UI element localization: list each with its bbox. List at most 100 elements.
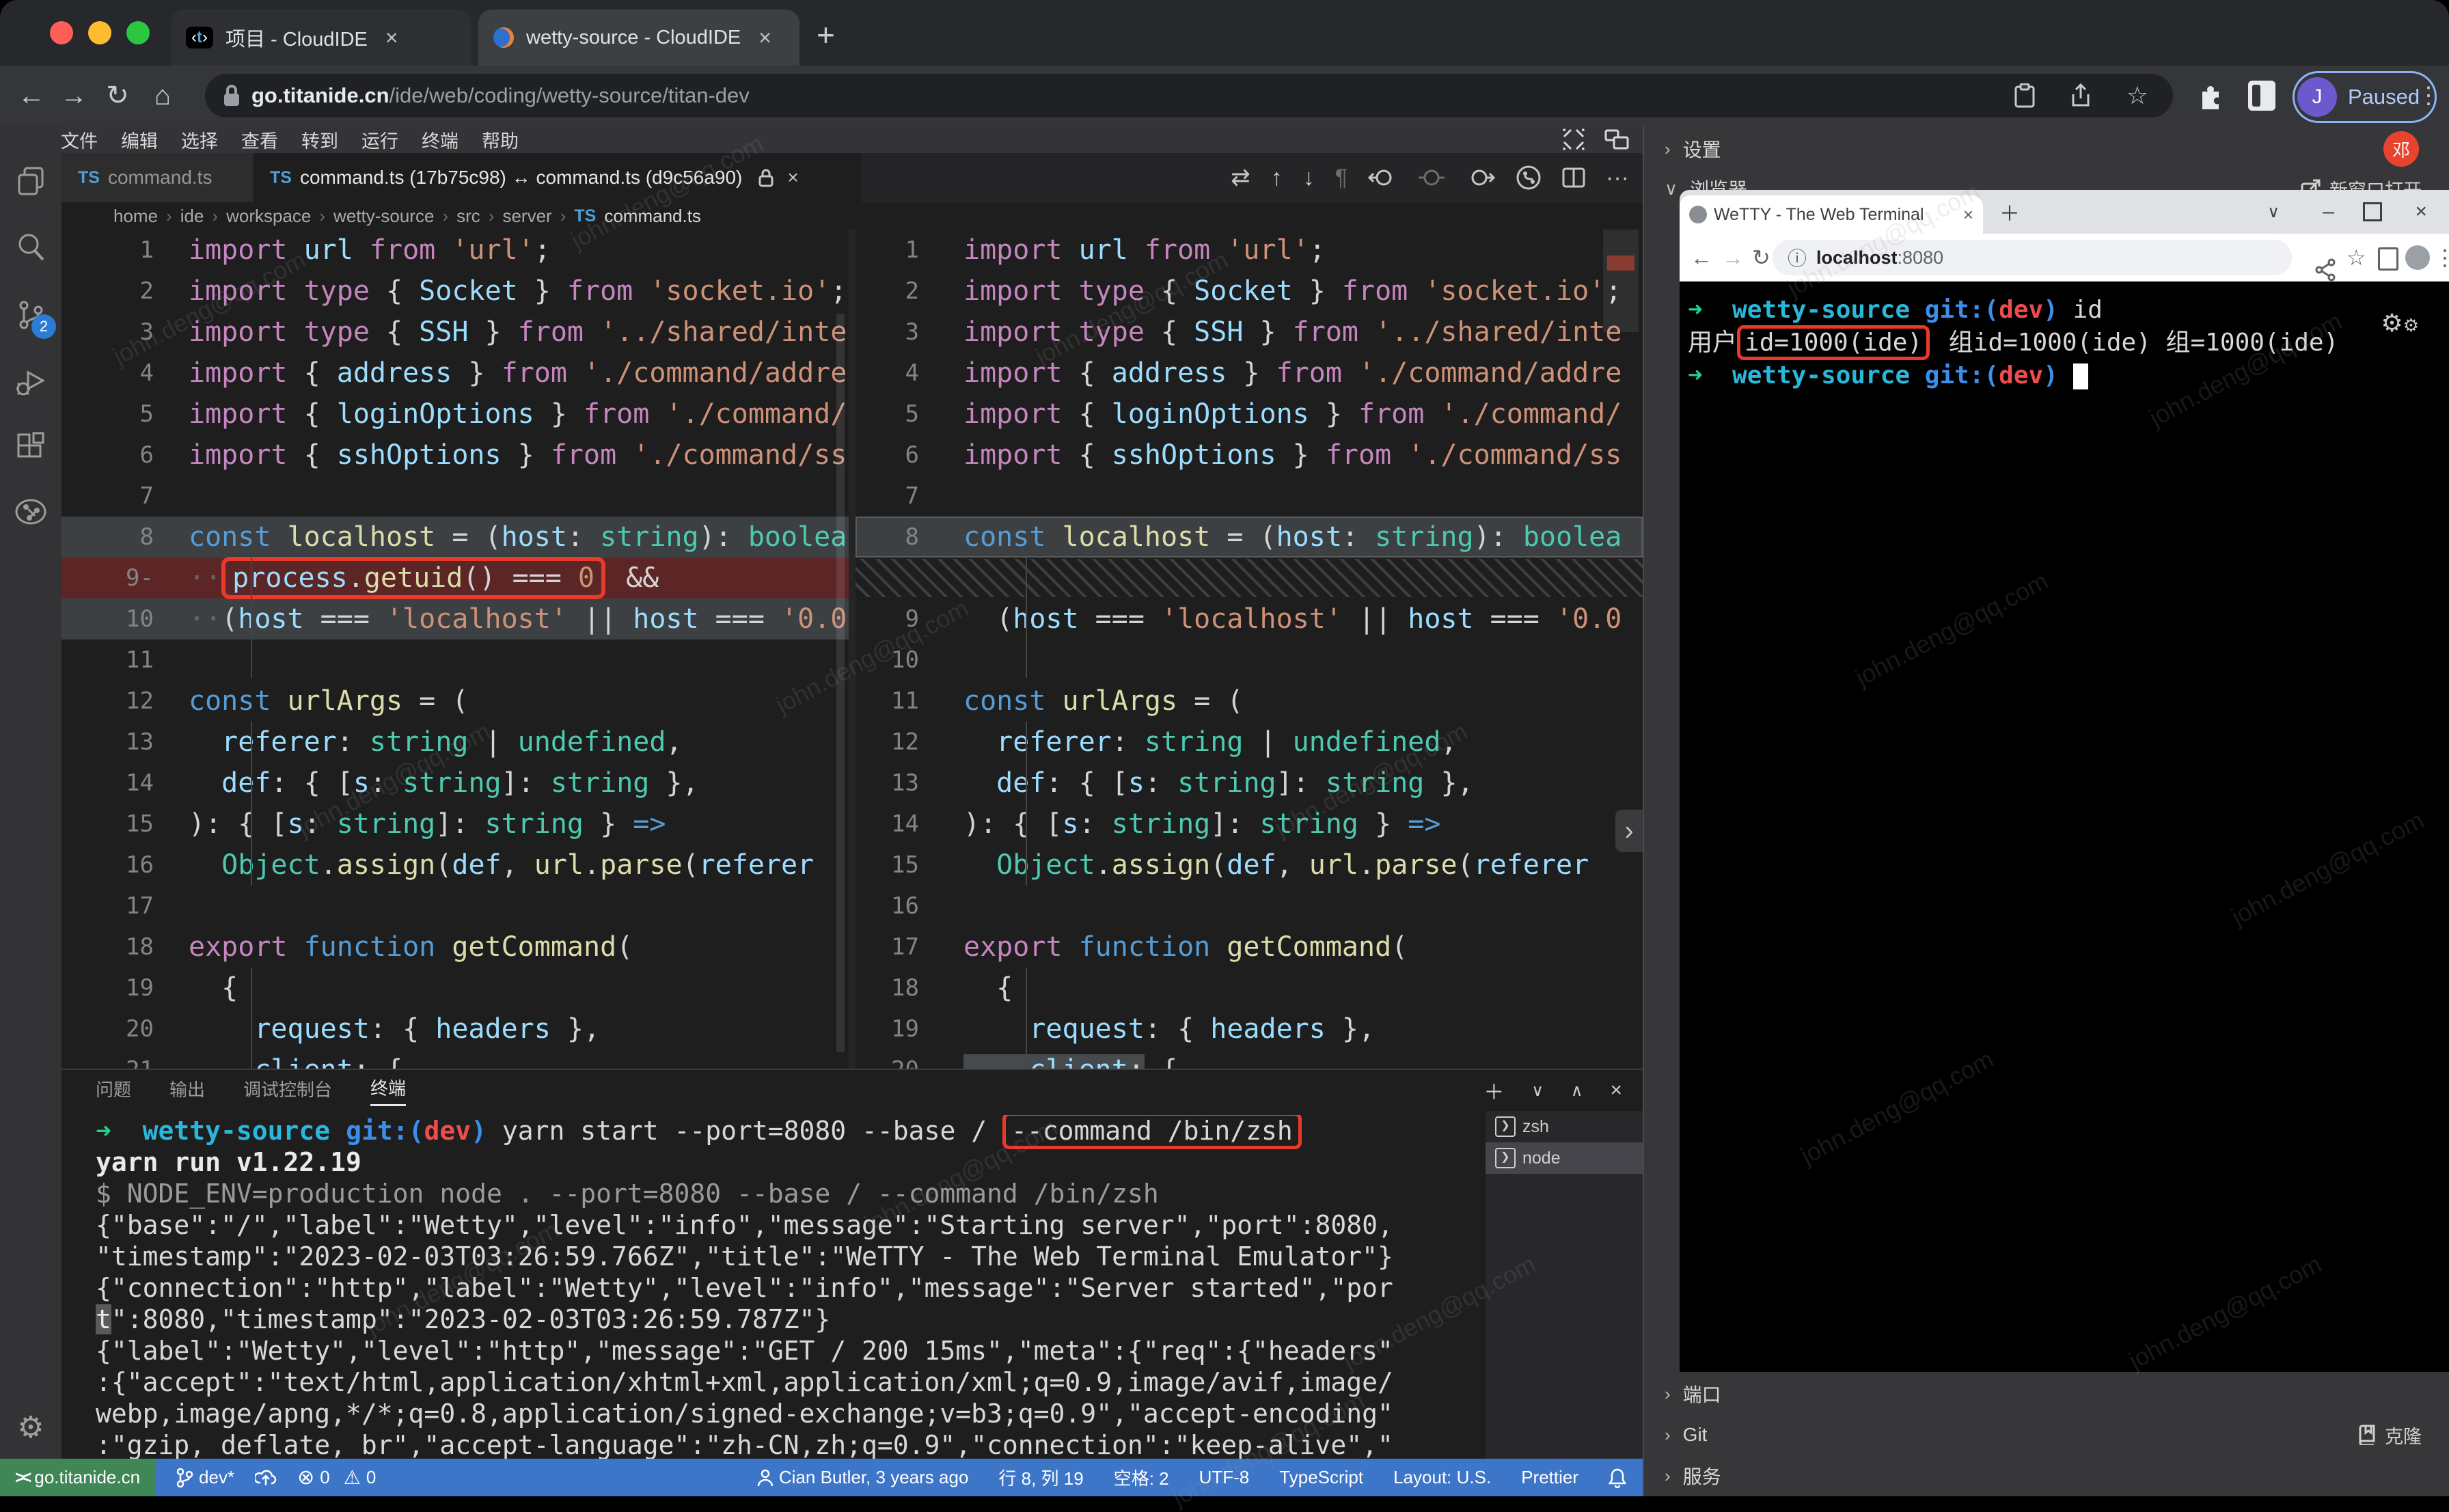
notifications-bell[interactable] (1609, 1468, 1626, 1488)
cursor-position[interactable]: 行 8, 列 19 (998, 1465, 1083, 1490)
panel-tab-问题[interactable]: 问题 (96, 1076, 131, 1105)
code-line[interactable]: 20 request: { headers }, (61, 1008, 849, 1049)
code-line[interactable]: 9 (host === 'localhost' || host === '0.0 (856, 599, 1643, 640)
close-tab-icon[interactable]: × (1963, 204, 1973, 225)
code-line[interactable]: 18export function getCommand( (61, 926, 849, 967)
branch-indicator[interactable]: dev* (176, 1467, 234, 1488)
whitespace-icon[interactable]: ¶ (1335, 165, 1347, 191)
explorer-icon[interactable] (0, 150, 61, 212)
code-line[interactable]: 15 Object.assign(def, url.parse(referer (856, 844, 1643, 885)
panel-tab-终端[interactable]: 终端 (370, 1075, 406, 1106)
chrome-menu-icon[interactable]: ⋮ (2408, 66, 2449, 126)
panel-tab-输出[interactable]: 输出 (169, 1076, 205, 1105)
code-line[interactable]: 17export function getCommand( (856, 926, 1643, 967)
close-tab-icon[interactable]: × (385, 25, 398, 51)
blame-indicator[interactable]: Cian Butler, 3 years ago (757, 1467, 969, 1488)
source-control-icon[interactable]: 2 (0, 284, 61, 346)
browser-tab-project[interactable]: ‹t› 项目 - CloudIDE × (171, 10, 471, 66)
code-line[interactable]: 21 client: { (61, 1049, 849, 1069)
info-icon[interactable]: ⓘ (1788, 244, 1807, 271)
address-bar[interactable]: go.titanide.cn /ide/web/coding/wetty-sou… (205, 74, 2173, 118)
problems-indicator[interactable]: ⊗0 ⚠0 (297, 1466, 376, 1489)
editor-tab-diff[interactable]: TS command.ts (17b75c98) ↔ command.ts (d… (254, 153, 862, 202)
menu-转到[interactable]: 转到 (290, 126, 350, 153)
code-line[interactable]: 8const localhost = (host: string): boole… (61, 517, 849, 558)
code-line[interactable]: 11 (61, 640, 849, 681)
code-line[interactable]: 19 { (61, 967, 849, 1008)
code-line[interactable]: 19 request: { headers }, (856, 1008, 1643, 1049)
code-line[interactable]: 18 { (856, 967, 1643, 1008)
split-editor-icon[interactable] (1562, 167, 1585, 188)
clipboard-icon[interactable] (2014, 83, 2035, 108)
menu-帮助[interactable]: 帮助 (470, 126, 530, 153)
indentation[interactable]: 空格: 2 (1114, 1465, 1169, 1490)
code-line[interactable]: 1import url from 'url'; (856, 230, 1643, 271)
editor-tab-command-ts[interactable]: TS command.ts (61, 153, 253, 202)
section-git[interactable]: ›Git 克隆 (1644, 1414, 2449, 1455)
language-mode[interactable]: TypeScript (1279, 1467, 1363, 1488)
code-line[interactable]: 11const urlArgs = ( (856, 681, 1643, 721)
browser-menu-icon[interactable]: ⋮ (2434, 234, 2449, 281)
code-line[interactable]: 13 referer: string | undefined, (61, 721, 849, 762)
code-line[interactable]: 6import { sshOptions } from './command/s… (61, 435, 849, 476)
extensions-puzzle-icon[interactable] (2197, 82, 2224, 109)
code-line[interactable]: 12const urlArgs = ( (61, 681, 849, 721)
code-line[interactable]: 16 Object.assign(def, url.parse(referer (61, 844, 849, 885)
menu-运行[interactable]: 运行 (350, 126, 410, 153)
code-line[interactable]: 10··(host === 'localhost' || host === '0… (61, 599, 849, 640)
code-line[interactable]: 10 (856, 640, 1643, 681)
terminal-dropdown-icon[interactable]: ∨ (1531, 1081, 1544, 1101)
code-line[interactable]: 13 def: { [s: string]: string }, (856, 762, 1643, 803)
code-line[interactable]: 16 (856, 885, 1643, 926)
reading-list-icon[interactable] (2378, 247, 2398, 276)
bookmark-star-icon[interactable]: ☆ (2126, 81, 2148, 110)
code-line[interactable]: 3import type { SSH } from '../shared/int… (61, 312, 849, 353)
terminal-output[interactable]: ➜ wetty-source git:(dev) yarn start --po… (96, 1115, 1472, 1459)
wetty-settings-gears-icon[interactable]: ⚙⚙ (2381, 309, 2419, 338)
new-terminal-icon[interactable]: ＋ (1483, 1075, 1504, 1105)
encoding[interactable]: UTF-8 (1199, 1467, 1250, 1488)
close-tab-icon[interactable]: × (758, 25, 771, 51)
profile-avatar[interactable] (2405, 245, 2430, 275)
pane-divider[interactable] (849, 230, 856, 1069)
code-line[interactable]: 5import { loginOptions } from './command… (856, 394, 1643, 435)
code-line[interactable]: 7 (61, 476, 849, 517)
code-line[interactable]: 17 (61, 885, 849, 926)
new-tab-icon[interactable]: ＋ (1999, 190, 2020, 234)
run-debug-icon[interactable] (0, 351, 61, 413)
more-actions-icon[interactable]: ··· (1606, 165, 1629, 191)
embedded-address-bar[interactable]: ⓘ localhost :8080 (1773, 240, 2292, 275)
code-line[interactable]: 20 client: { (856, 1049, 1643, 1069)
next-change-icon[interactable]: ↓ (1303, 165, 1315, 191)
revert-left-icon[interactable] (1368, 166, 1397, 189)
home-icon[interactable]: ⌂ (142, 66, 183, 126)
code-line[interactable]: 2import type { Socket } from 'socket.io'… (856, 271, 1643, 312)
code-line[interactable]: 1import url from 'url'; (61, 230, 849, 271)
menu-编辑[interactable]: 编辑 (109, 126, 169, 153)
revert-right-icon[interactable] (1466, 166, 1495, 189)
search-icon[interactable] (0, 216, 61, 277)
tab-list-chevron-icon[interactable]: ∨ (2267, 190, 2280, 234)
code-line[interactable]: 9-··process.getuid() === 0 && (61, 558, 849, 599)
panel-tab-调试控制台[interactable]: 调试控制台 (243, 1076, 332, 1105)
close-panel-icon[interactable]: × (1610, 1079, 1622, 1102)
traffic-light-zoom[interactable] (126, 21, 150, 44)
menu-查看[interactable]: 查看 (230, 126, 290, 153)
back-icon[interactable]: ← (1691, 234, 1712, 281)
share-icon[interactable] (2070, 83, 2091, 108)
code-line[interactable]: 7 (856, 476, 1643, 517)
code-line[interactable] (856, 559, 1643, 597)
settings-gear-icon[interactable]: ⚙ (0, 1397, 61, 1458)
terminal-session-zsh[interactable]: ❯zsh (1486, 1111, 1643, 1142)
minimize-window-icon[interactable]: – (2323, 190, 2334, 234)
open-file-icon[interactable]: ⇄ (1231, 164, 1250, 191)
forward-icon[interactable]: → (53, 66, 94, 126)
code-line[interactable]: 3import type { SSH } from '../shared/int… (856, 312, 1643, 353)
code-line[interactable]: 15): { [s: string]: string } => (61, 803, 849, 844)
diff-pane-modified[interactable]: 1import url from 'url';2import type { So… (856, 230, 1643, 1069)
embedded-browser-tab[interactable]: WeTTY - The Web Terminal × (1680, 195, 1983, 234)
code-line[interactable]: 2import type { Socket } from 'socket.io'… (61, 271, 849, 312)
breadcrumb-file[interactable]: command.ts (604, 206, 701, 227)
previous-change-icon[interactable]: ↑ (1271, 165, 1283, 191)
close-editor-icon[interactable]: × (787, 167, 798, 189)
